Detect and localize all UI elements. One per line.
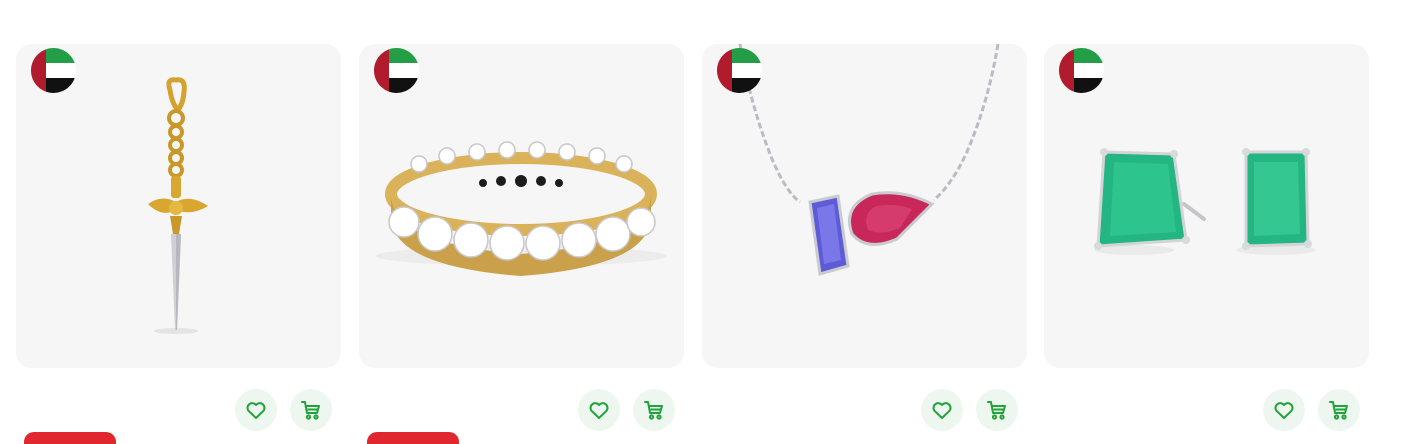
cart-icon <box>644 401 663 420</box>
sale-badge <box>24 432 116 444</box>
uae-flag-icon <box>717 48 762 93</box>
product-card[interactable] <box>16 44 341 444</box>
product-grid <box>0 0 1407 444</box>
wishlist-button[interactable] <box>921 389 963 431</box>
product-card[interactable] <box>702 44 1027 436</box>
uae-flag-icon <box>374 48 419 93</box>
heart-icon <box>932 402 952 419</box>
cart-icon <box>301 401 320 420</box>
wishlist-button[interactable] <box>235 389 277 431</box>
product-image[interactable] <box>702 44 1027 368</box>
add-to-cart-button[interactable] <box>976 389 1018 431</box>
add-to-cart-button[interactable] <box>633 389 675 431</box>
dagger-pendant-image <box>16 44 341 368</box>
heart-icon <box>589 402 609 419</box>
emerald-earrings-image <box>1044 44 1369 368</box>
product-image[interactable] <box>1044 44 1369 368</box>
uae-flag-icon <box>31 48 76 93</box>
gemstone-necklace-image <box>702 44 1027 368</box>
heart-icon <box>1274 402 1294 419</box>
uae-flag-icon <box>1059 48 1104 93</box>
product-card[interactable] <box>1044 44 1369 436</box>
product-card[interactable] <box>359 44 684 444</box>
add-to-cart-button[interactable] <box>1318 389 1360 431</box>
eternity-ring-image <box>359 44 684 368</box>
product-image[interactable] <box>359 44 684 368</box>
heart-icon <box>246 402 266 419</box>
sale-badge <box>367 432 459 444</box>
cart-icon <box>987 401 1006 420</box>
product-image[interactable] <box>16 44 341 368</box>
wishlist-button[interactable] <box>1263 389 1305 431</box>
wishlist-button[interactable] <box>578 389 620 431</box>
add-to-cart-button[interactable] <box>290 389 332 431</box>
cart-icon <box>1329 401 1348 420</box>
